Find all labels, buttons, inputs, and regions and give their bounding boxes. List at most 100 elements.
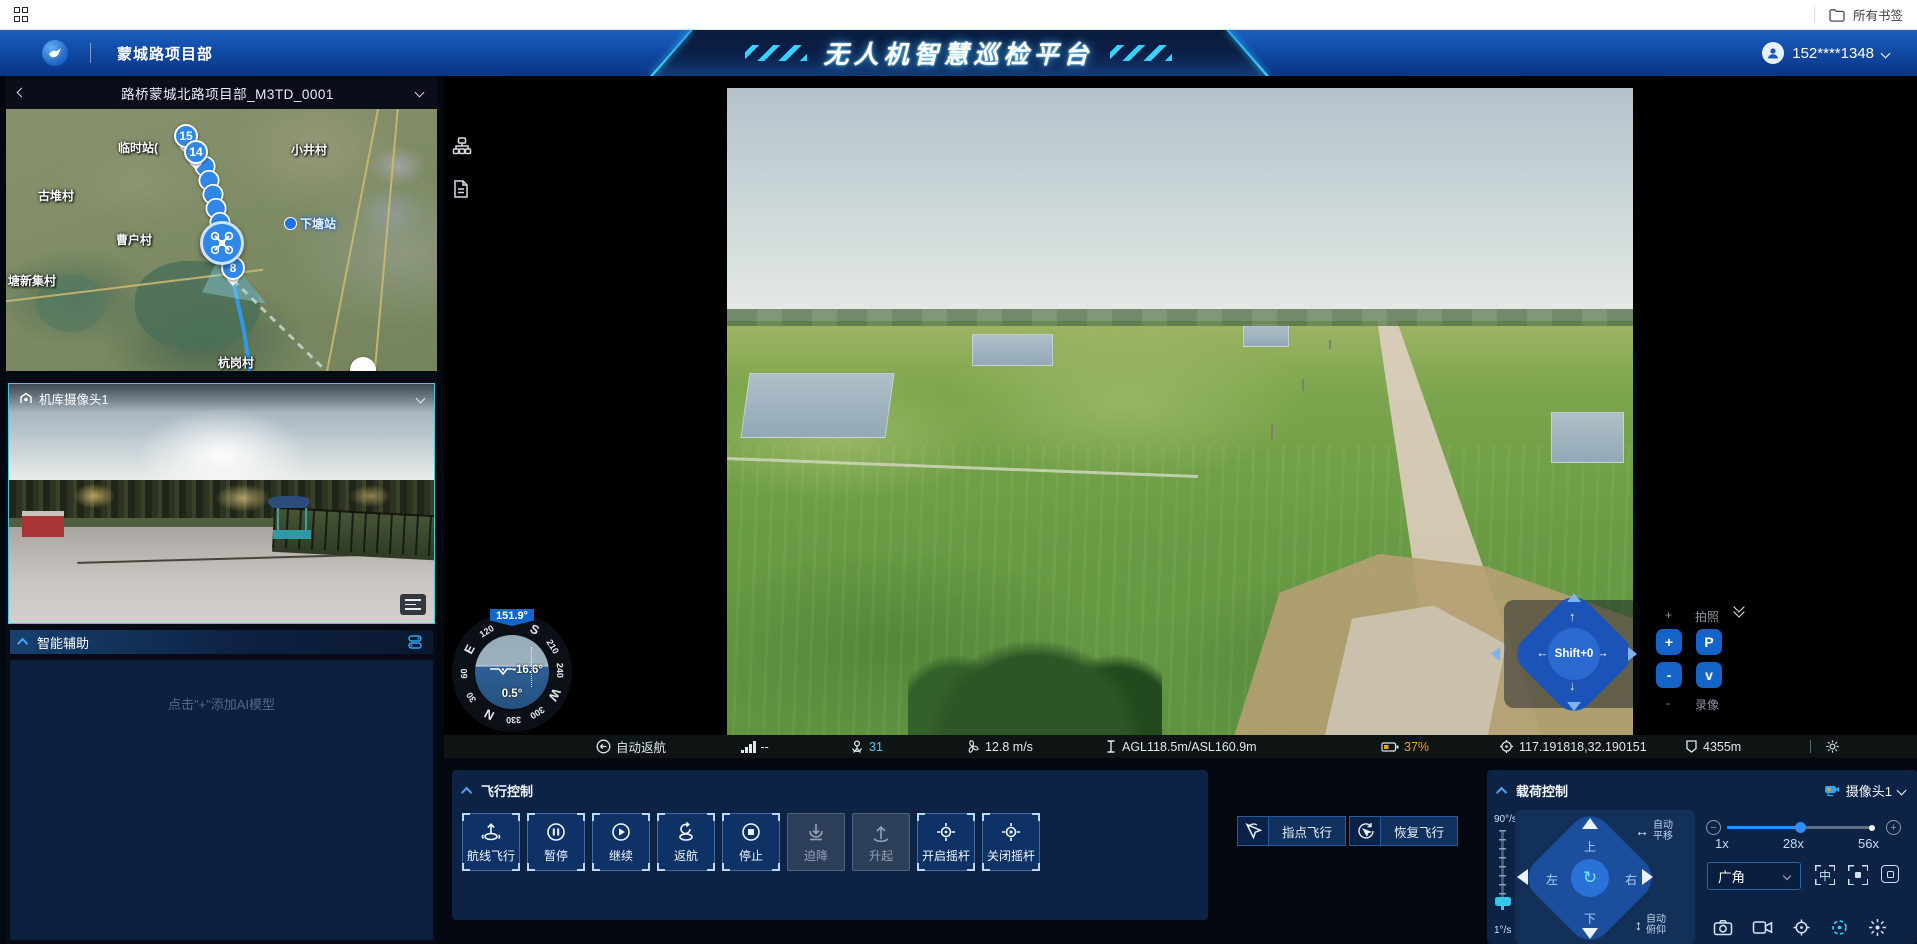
compass-tick-210: 210 [545, 638, 561, 656]
dpad-right-tip-icon[interactable] [1642, 869, 1653, 885]
zoom-in-button[interactable]: + [1656, 629, 1682, 655]
platform-title: 无人机智慧巡检平台 [823, 35, 1093, 71]
gimbal-left-tip-icon[interactable] [1491, 647, 1500, 661]
gimbal-up-arrow[interactable]: ↑ [1569, 609, 1576, 624]
dpad-down-label[interactable]: 下 [1584, 910, 1596, 927]
document-icon[interactable] [452, 179, 470, 204]
flight-button-joystick-open[interactable]: 开启摇杆 [917, 813, 975, 871]
compass-tick-120: 120 [478, 623, 496, 639]
photo-button[interactable]: P [1696, 629, 1722, 655]
zoom-decrease-button[interactable]: − [1706, 820, 1721, 835]
auto-tilt-control[interactable]: ↕ 自动俯仰 [1635, 914, 1666, 936]
gimbal-follow-icon[interactable] [1830, 918, 1849, 937]
flight-button-route-flight[interactable]: 航线飞行 [462, 813, 520, 871]
take-photo-icon[interactable] [1713, 919, 1733, 936]
zoom-slider[interactable] [1727, 826, 1875, 829]
point-fly-button[interactable]: 指点飞行 [1237, 816, 1346, 846]
hangar-camera-panel[interactable]: 机库摄像头1 [8, 383, 435, 624]
flight-control-header[interactable]: 飞行控制 [452, 770, 1208, 809]
back-chevron-icon[interactable] [17, 88, 27, 98]
tracking-box-icon[interactable] [1848, 865, 1868, 885]
gimbal-speed-slider[interactable] [1501, 830, 1504, 906]
collapse-double-chevron-icon[interactable] [1735, 606, 1743, 616]
flight-button-resume[interactable]: 继续 [592, 813, 650, 871]
gimbal-down-arrow[interactable]: ↓ [1569, 678, 1576, 693]
auto-pan-control[interactable]: ↔ 自动平移 [1635, 820, 1673, 842]
dpad-right-label[interactable]: 右 [1625, 871, 1637, 888]
waypoint-pin-14[interactable]: 14 [184, 140, 208, 171]
all-bookmarks-label: 所有书签 [1853, 5, 1903, 24]
dpad-up-tip-icon[interactable] [1582, 818, 1598, 829]
record-video-icon[interactable] [1752, 920, 1773, 935]
ai-models-icon[interactable] [407, 634, 423, 650]
compass-attitude-indicator: N3060E120S210240W300330 -16.6° 0.5° 151.… [452, 612, 572, 732]
device-title: 路桥蒙城北路项目部_M3TD_0001 [121, 83, 334, 103]
flight-button-pause[interactable]: 暂停 [527, 813, 585, 871]
map-place-label: 曹户村 [116, 231, 152, 248]
payload-control-header: 载荷控制 摄像头1 [1487, 770, 1917, 800]
device-dropdown-chevron-icon[interactable] [415, 88, 425, 98]
satellite-status: 31 [850, 735, 883, 758]
zoom-out-button[interactable]: - [1656, 662, 1682, 688]
zoom-slider-dot [1869, 825, 1875, 831]
target-lock-icon[interactable] [1792, 918, 1811, 937]
flight-button-return-home[interactable]: 返航 [657, 813, 715, 871]
pitch-value: -16.6° [512, 664, 543, 676]
record-button[interactable]: v [1696, 662, 1722, 688]
auto-return-button[interactable]: 自动返航 [596, 735, 666, 758]
zoom-slider-handle[interactable] [1795, 822, 1806, 833]
gimbal-recenter-button[interactable]: ↻ [1571, 859, 1609, 897]
wind-icon [965, 739, 980, 754]
hangar-camera-title: 机库摄像头1 [39, 389, 108, 408]
camera-selector[interactable]: 摄像头1 [1824, 781, 1905, 800]
user-menu[interactable]: 152****1348 [1762, 30, 1889, 76]
gimbal-shift-hint[interactable]: Shift+0 [1548, 628, 1600, 680]
spotlight-icon[interactable] [1868, 918, 1887, 937]
settings-gear-icon[interactable] [1825, 735, 1840, 758]
lens-mode-select[interactable]: 广角 [1707, 862, 1801, 890]
camera-list-button[interactable] [400, 594, 426, 615]
payload-action-icons [1713, 918, 1887, 937]
map-station-label: 下塘站 [284, 215, 336, 232]
ai-assist-header[interactable]: 智能辅助 [10, 630, 433, 654]
altitude-status: AGL118.5m/ASL160.9m [1105, 735, 1257, 758]
ai-assist-title: 智能辅助 [37, 633, 89, 652]
dpad-up-label[interactable]: 上 [1584, 838, 1596, 855]
dpad-down-tip-icon[interactable] [1582, 928, 1598, 939]
left-panel: 路桥蒙城北路项目部_M3TD_0001 临时站( 小井村 古堆村 曹户村 下塘站 [6, 76, 437, 944]
all-bookmarks-button[interactable]: 所有书签 [1814, 5, 1903, 24]
payload-control-panel: 载荷控制 摄像头1 90°/s 1°/s 上 下 左 右 ↻ [1487, 770, 1917, 944]
resume-fly-button[interactable]: 恢复飞行 [1349, 816, 1458, 846]
record-label: 录像 [1695, 696, 1719, 713]
platform-title-banner: 无人机智慧巡检平台 [649, 30, 1269, 76]
battery-status: 37% [1381, 735, 1429, 758]
apps-grid-icon[interactable] [14, 7, 30, 23]
flight-button-label: 返航 [674, 847, 698, 864]
gimbal-center-icon[interactable]: 中 [1815, 865, 1835, 885]
satellite-count: 31 [869, 740, 883, 754]
resume-icon [610, 821, 632, 843]
location-icon [1499, 739, 1514, 754]
picture-in-picture-icon[interactable] [1881, 865, 1899, 883]
flight-button-label: 开启摇杆 [922, 847, 970, 864]
app-header: 蒙城路项目部 无人机智慧巡检平台 152****1348 [0, 30, 1917, 76]
battery-percent: 37% [1404, 740, 1429, 754]
collapse-caret-icon [17, 638, 28, 649]
app-logo-icon [42, 40, 68, 66]
dpad-left-tip-icon[interactable] [1517, 869, 1528, 885]
gimbal-speed-min: 1°/s [1494, 925, 1511, 936]
mission-map[interactable]: 临时站( 小井村 古堆村 曹户村 下塘站 塘新集村 杭岗村 15 14 [6, 109, 437, 371]
flight-button-stop[interactable]: 停止 [722, 813, 780, 871]
compass-tick-N: N [482, 706, 497, 723]
camera-dropdown-chevron-icon[interactable] [416, 393, 426, 403]
flight-button-joystick-close[interactable]: 关闭摇杆 [982, 813, 1040, 871]
gimbal-speed-handle[interactable] [1495, 897, 1511, 906]
gimbal-up-tip-icon[interactable] [1567, 593, 1581, 602]
zoom-increase-button[interactable]: + [1886, 820, 1901, 835]
drone-position-marker[interactable] [200, 221, 244, 265]
telemetry-status-bar: 自动返航 -- 31 12.8 m/s [444, 735, 1917, 758]
dpad-left-label[interactable]: 左 [1546, 871, 1558, 888]
gimbal-down-tip-icon[interactable] [1567, 702, 1581, 711]
gimbal-right-tip-icon[interactable] [1628, 647, 1637, 661]
org-chart-icon[interactable] [452, 136, 472, 161]
